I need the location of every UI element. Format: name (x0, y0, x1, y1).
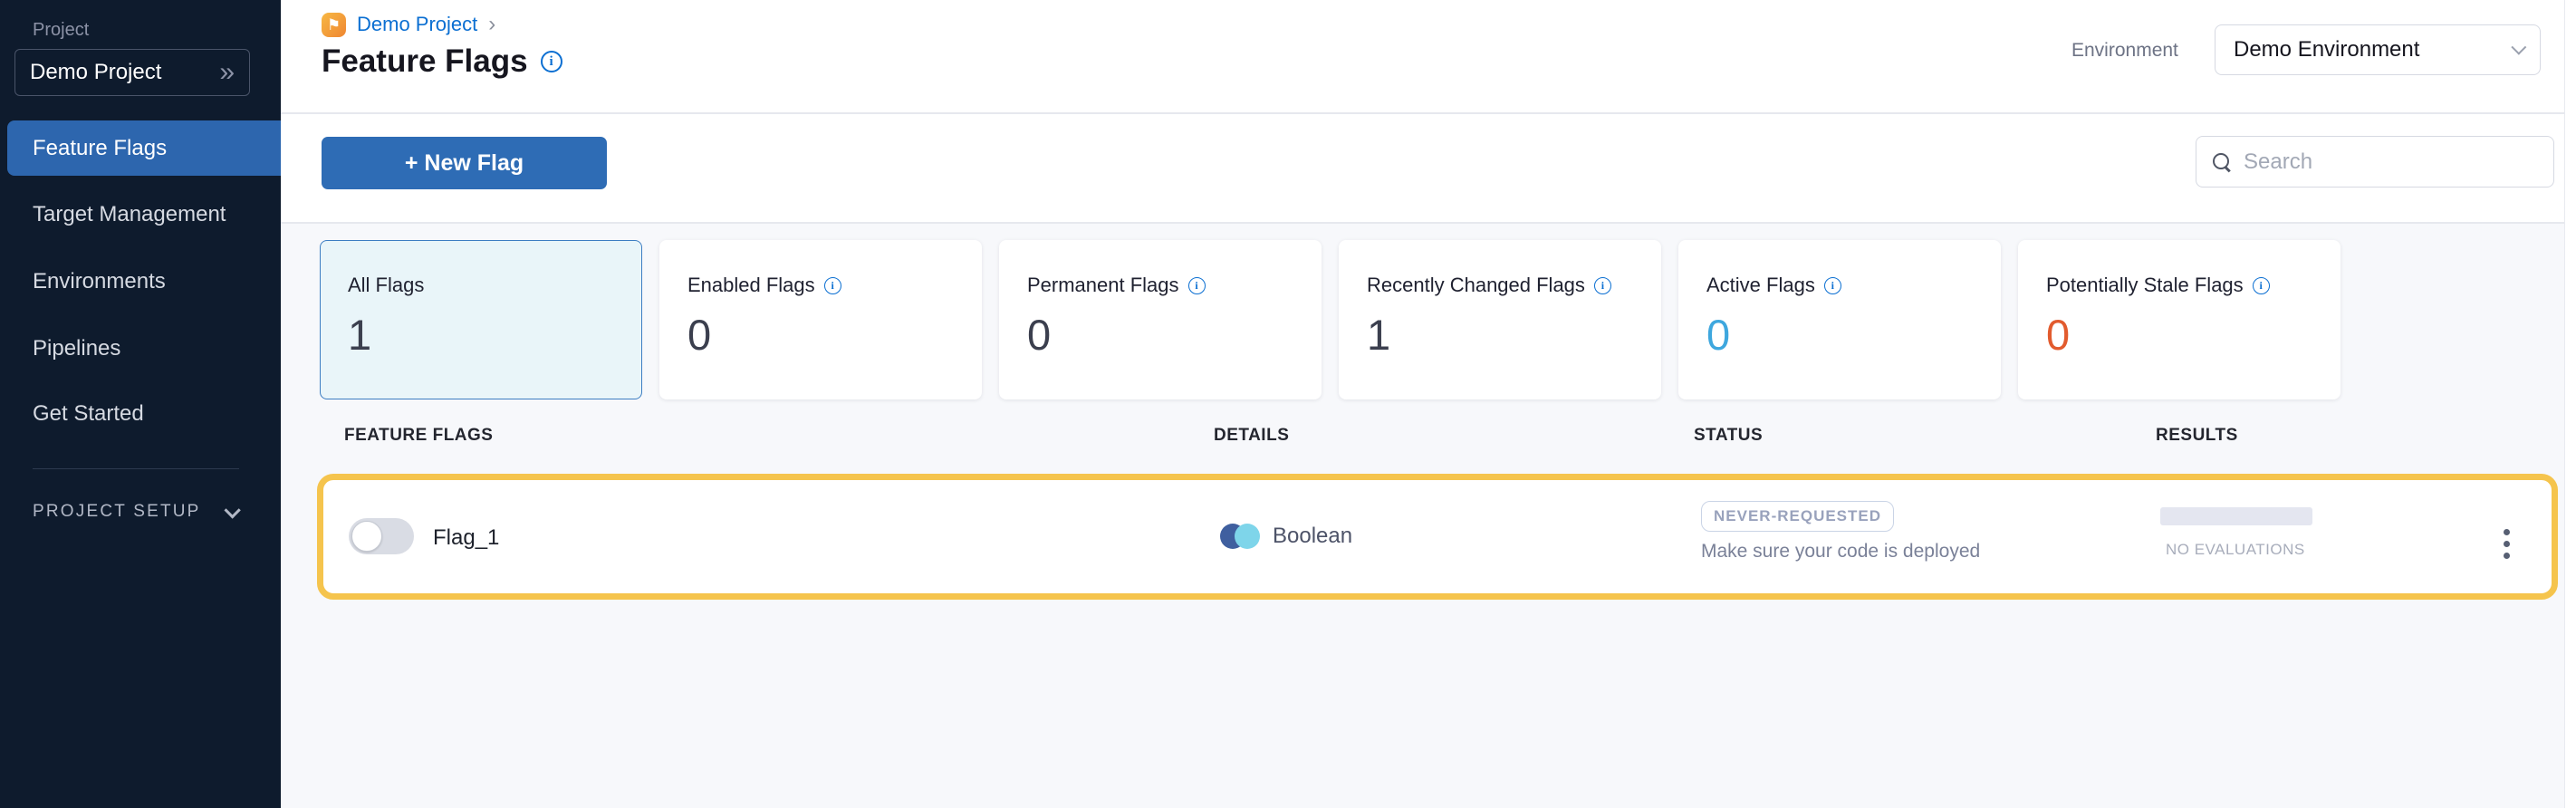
toggle-knob (351, 521, 382, 552)
sidebar-divider (33, 468, 239, 469)
page-header: ⚑ Demo Project › Feature Flags i Environ… (281, 0, 2576, 114)
stat-value: 0 (1027, 310, 1321, 360)
chevron-down-icon (2511, 40, 2526, 55)
sidebar-item-label: Environments (33, 269, 166, 293)
sidebar-item-environments[interactable]: Environments (0, 269, 281, 294)
project-selector[interactable]: Demo Project » (14, 49, 250, 96)
table-row-flag-1[interactable]: Flag_1 Boolean NEVER-REQUESTED Make sure… (317, 474, 2558, 600)
sidebar-item-label: Get Started (33, 401, 144, 426)
project-label: Project (33, 20, 89, 41)
flag-name[interactable]: Flag_1 (433, 525, 499, 551)
search-icon (2213, 153, 2231, 171)
flag-type-details: Boolean (1220, 524, 1352, 549)
info-icon[interactable]: i (1824, 277, 1841, 294)
project-setup-label: PROJECT SETUP (33, 502, 201, 522)
stat-card-potentially-stale-flags[interactable]: Potentially Stale Flags i 0 (2018, 240, 2341, 399)
stat-label: Permanent Flags (1027, 274, 1179, 297)
search-box[interactable] (2196, 136, 2554, 188)
stat-label: Enabled Flags (687, 274, 815, 297)
stat-value: 1 (348, 310, 641, 360)
info-icon[interactable]: i (824, 277, 841, 294)
sidebar-section-project-setup[interactable]: PROJECT SETUP (33, 502, 236, 522)
search-input[interactable] (2244, 149, 2537, 175)
evaluations-progress-bar (2160, 507, 2312, 525)
sidebar-item-feature-flags[interactable]: Feature Flags (7, 120, 281, 176)
sidebar-item-label: Target Management (33, 202, 226, 226)
info-icon[interactable]: i (2253, 277, 2270, 294)
row-options-menu-icon[interactable] (2488, 518, 2524, 569)
page-title: Feature Flags (322, 43, 528, 80)
stat-value: 0 (1706, 310, 2000, 360)
app-window: Project Demo Project » Feature Flags Tar… (0, 0, 2576, 808)
sidebar-item-pipelines[interactable]: Pipelines (0, 336, 281, 361)
breadcrumb-project-link[interactable]: Demo Project (357, 13, 477, 36)
scrollbar-track[interactable] (2564, 0, 2576, 808)
chevron-down-icon (224, 502, 240, 518)
flag-results: NO EVALUATIONS (2160, 507, 2312, 559)
column-header-status: STATUS (1694, 426, 1763, 446)
project-selector-value: Demo Project (30, 60, 161, 85)
sidebar-item-target-management[interactable]: Target Management (0, 202, 281, 227)
status-badge: NEVER-REQUESTED (1701, 501, 1894, 532)
breadcrumb-chevron-icon: › (488, 12, 495, 37)
new-flag-button[interactable]: + New Flag (322, 137, 607, 189)
sidebar-item-label: Pipelines (33, 336, 120, 361)
stat-label: All Flags (348, 274, 424, 297)
column-header-results: RESULTS (2156, 426, 2238, 446)
content-area: All Flags 1 Enabled Flags i 0 Permanent … (281, 224, 2576, 808)
evaluations-note: NO EVALUATIONS (2166, 541, 2312, 559)
breadcrumb: ⚑ Demo Project › (322, 12, 495, 37)
stat-value: 0 (2046, 310, 2340, 360)
flag-toggle[interactable] (349, 518, 414, 554)
status-note: Make sure your code is deployed (1701, 541, 1980, 563)
stat-card-permanent-flags[interactable]: Permanent Flags i 0 (999, 240, 1322, 399)
boolean-type-icon (1220, 524, 1260, 549)
double-chevron-icon[interactable]: » (219, 59, 235, 86)
sidebar: Project Demo Project » Feature Flags Tar… (0, 0, 281, 808)
toolbar: + New Flag (281, 116, 2576, 224)
title-row: Feature Flags i (322, 43, 562, 80)
sidebar-item-get-started[interactable]: Get Started (0, 401, 281, 427)
stat-card-active-flags[interactable]: Active Flags i 0 (1678, 240, 2001, 399)
environment-select-value: Demo Environment (2234, 37, 2419, 63)
stat-card-all-flags[interactable]: All Flags 1 (320, 240, 642, 399)
title-info-icon[interactable]: i (541, 51, 562, 72)
column-header-feature-flags: FEATURE FLAGS (344, 426, 493, 446)
column-header-details: DETAILS (1214, 426, 1289, 446)
environment-select[interactable]: Demo Environment (2215, 24, 2541, 75)
main-area: ⚑ Demo Project › Feature Flags i Environ… (281, 0, 2576, 808)
environment-label: Environment (2071, 40, 2178, 62)
sidebar-item-label: Feature Flags (33, 136, 167, 160)
info-icon[interactable]: i (1188, 277, 1206, 294)
stat-value: 1 (1367, 310, 1660, 360)
info-icon[interactable]: i (1594, 277, 1611, 294)
stat-card-enabled-flags[interactable]: Enabled Flags i 0 (659, 240, 982, 399)
stat-label: Active Flags (1706, 274, 1815, 297)
stat-cards-row: All Flags 1 Enabled Flags i 0 Permanent … (320, 240, 2341, 399)
stat-label: Recently Changed Flags (1367, 274, 1585, 297)
flag-status: NEVER-REQUESTED Make sure your code is d… (1701, 501, 1980, 563)
stat-value: 0 (687, 310, 981, 360)
stat-label: Potentially Stale Flags (2046, 274, 2244, 297)
feature-flags-logo-icon: ⚑ (322, 13, 346, 37)
flag-type-label: Boolean (1273, 524, 1352, 549)
stat-card-recently-changed-flags[interactable]: Recently Changed Flags i 1 (1339, 240, 1661, 399)
